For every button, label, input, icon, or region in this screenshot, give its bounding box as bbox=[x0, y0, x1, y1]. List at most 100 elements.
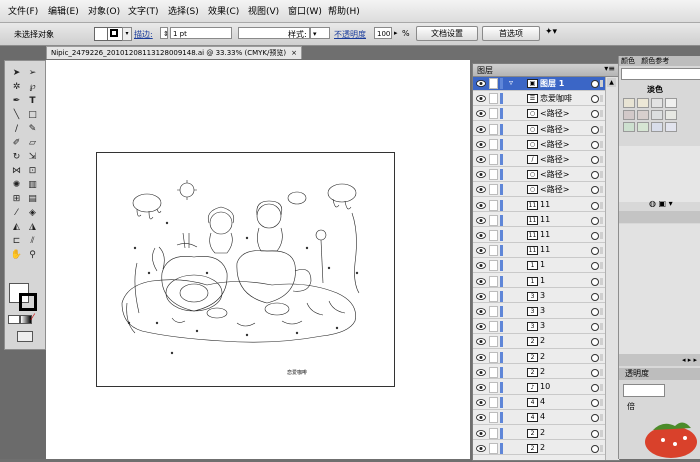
stroke-label[interactable]: 描边: bbox=[134, 29, 153, 40]
selection-indicator[interactable] bbox=[600, 399, 603, 407]
scroll-up-icon[interactable]: ▲ bbox=[607, 78, 616, 87]
live-paint-bucket-icon[interactable]: ◭ bbox=[9, 221, 24, 233]
layer-name[interactable]: <路径> bbox=[540, 169, 569, 180]
document-setup-button[interactable]: 文档设置 bbox=[416, 26, 478, 41]
color-swatch[interactable] bbox=[651, 122, 663, 132]
stroke-color-box[interactable] bbox=[19, 293, 37, 311]
lock-toggle[interactable] bbox=[489, 78, 498, 89]
fill-dropdown[interactable] bbox=[107, 27, 123, 41]
layer-row[interactable]: 11 11 bbox=[473, 229, 619, 243]
layer-row[interactable]: ○ <路径> bbox=[473, 138, 619, 152]
transparency-tab[interactable]: 透明度 bbox=[619, 368, 700, 380]
lock-toggle[interactable] bbox=[489, 108, 498, 120]
layer-name[interactable]: 4 bbox=[540, 412, 545, 421]
opacity-arrow[interactable]: ▸ bbox=[394, 29, 398, 37]
mesh-tool-icon[interactable]: ⊞ bbox=[9, 193, 24, 205]
selection-indicator[interactable] bbox=[600, 292, 603, 300]
layers-panel-title[interactable]: 图层 bbox=[477, 65, 493, 76]
lock-toggle[interactable] bbox=[489, 245, 498, 257]
selection-indicator[interactable] bbox=[600, 201, 603, 209]
lock-toggle[interactable] bbox=[489, 93, 498, 105]
color-guide-footer-icons[interactable]: ◍ ▣ ▾ bbox=[649, 199, 673, 208]
target-circle-icon[interactable] bbox=[591, 308, 599, 316]
slice-tool-icon[interactable]: ⫽ bbox=[25, 235, 40, 247]
target-circle-icon[interactable] bbox=[591, 399, 599, 408]
menu-window[interactable]: 窗口(W) bbox=[288, 4, 322, 17]
gradient-mode-icon[interactable] bbox=[20, 315, 32, 324]
visibility-eye-icon[interactable] bbox=[476, 140, 486, 148]
selection-indicator[interactable] bbox=[600, 368, 603, 376]
target-circle-icon[interactable] bbox=[591, 247, 599, 256]
collapsed-panel-bar[interactable]: ◂ ▸ ▸ bbox=[619, 354, 700, 366]
paintbrush-tool-icon[interactable]: ∕ bbox=[9, 123, 24, 135]
target-circle-icon[interactable] bbox=[591, 80, 599, 88]
menu-effect[interactable]: 效果(C) bbox=[208, 4, 239, 17]
layer-row[interactable]: 22 bbox=[473, 366, 619, 380]
visibility-eye-icon[interactable] bbox=[476, 323, 486, 331]
menu-view[interactable]: 视图(V) bbox=[248, 4, 279, 17]
menu-file[interactable]: 文件(F) bbox=[8, 4, 38, 17]
visibility-eye-icon[interactable] bbox=[476, 247, 486, 255]
layer-name[interactable]: 1 bbox=[540, 276, 545, 285]
layer-name[interactable]: <路径> bbox=[540, 139, 569, 150]
magic-wand-tool-icon[interactable]: ✲ bbox=[9, 81, 24, 93]
graph-tool-icon[interactable]: ▥ bbox=[25, 179, 40, 191]
layer-row[interactable]: ☰ 恋爱咖啡 bbox=[473, 92, 619, 106]
target-circle-icon[interactable] bbox=[591, 216, 599, 225]
lock-toggle[interactable] bbox=[489, 397, 498, 409]
target-circle-icon[interactable] bbox=[591, 262, 599, 271]
layer-row[interactable]: ○ <路径> bbox=[473, 107, 619, 121]
layer-name[interactable]: 11 bbox=[540, 215, 550, 224]
visibility-eye-icon[interactable] bbox=[476, 308, 486, 315]
layer-name[interactable]: <路径> bbox=[540, 184, 569, 195]
lock-toggle[interactable] bbox=[489, 214, 498, 226]
target-circle-icon[interactable] bbox=[591, 444, 599, 453]
preferences-button[interactable]: 首选项 bbox=[482, 26, 540, 41]
opacity-field[interactable]: 100 bbox=[374, 27, 392, 39]
live-paint-selection-icon[interactable]: ◮ bbox=[25, 221, 40, 233]
color-swatch[interactable] bbox=[637, 110, 649, 120]
layer-name[interactable]: 10 bbox=[540, 382, 550, 391]
document-tab[interactable]: Nipic_2479226_20101208113128009148.ai @ … bbox=[46, 46, 302, 59]
target-circle-icon[interactable] bbox=[591, 95, 599, 104]
color-swatch[interactable] bbox=[637, 98, 649, 108]
lock-toggle[interactable] bbox=[489, 336, 498, 348]
visibility-eye-icon[interactable] bbox=[476, 384, 486, 391]
layer-name[interactable]: 3 bbox=[540, 306, 545, 315]
target-circle-icon[interactable] bbox=[591, 292, 599, 301]
selection-indicator[interactable] bbox=[600, 429, 603, 437]
layer-row[interactable]: ▿ ▣ 图层 1 bbox=[473, 77, 619, 91]
visibility-eye-icon[interactable] bbox=[476, 171, 486, 179]
selection-indicator[interactable] bbox=[600, 247, 603, 255]
line-tool-icon[interactable]: ╲ bbox=[9, 109, 24, 121]
layer-row[interactable]: 11 11 bbox=[473, 199, 619, 213]
pen-tool-icon[interactable]: ✒ bbox=[9, 95, 24, 107]
none-mode-icon[interactable]: ⁄ bbox=[32, 313, 34, 323]
color-swatch[interactable] bbox=[665, 122, 677, 132]
layer-row[interactable]: 44 bbox=[473, 411, 619, 425]
color-mode-icon[interactable] bbox=[8, 315, 20, 324]
lock-toggle[interactable] bbox=[489, 199, 498, 211]
arrange-icon[interactable]: ✦▾ bbox=[545, 27, 565, 40]
symbol-sprayer-tool-icon[interactable]: ✺ bbox=[9, 179, 24, 191]
rectangle-tool-icon[interactable]: □ bbox=[25, 109, 40, 121]
visibility-eye-icon[interactable] bbox=[476, 277, 486, 285]
direct-selection-tool-icon[interactable]: ➢ bbox=[25, 67, 40, 79]
target-circle-icon[interactable] bbox=[591, 125, 599, 134]
selection-indicator[interactable] bbox=[600, 262, 603, 270]
lasso-tool-icon[interactable]: ℘ bbox=[25, 81, 40, 93]
layer-name[interactable]: 11 bbox=[540, 245, 550, 254]
target-circle-icon[interactable] bbox=[591, 384, 599, 392]
layer-name[interactable]: <路径> bbox=[540, 154, 569, 165]
menu-help[interactable]: 帮助(H) bbox=[328, 4, 360, 17]
color-swatch[interactable] bbox=[651, 98, 663, 108]
artboard-tool-icon[interactable]: ⊏ bbox=[9, 235, 24, 247]
selection-indicator[interactable] bbox=[600, 444, 603, 452]
lock-toggle[interactable] bbox=[489, 290, 498, 302]
lock-toggle[interactable] bbox=[489, 275, 498, 287]
target-circle-icon[interactable] bbox=[591, 186, 599, 195]
target-circle-icon[interactable] bbox=[591, 353, 599, 362]
selection-indicator[interactable] bbox=[600, 232, 603, 239]
selection-indicator[interactable] bbox=[600, 323, 603, 331]
pencil-tool-icon[interactable]: ✎ bbox=[25, 123, 40, 135]
